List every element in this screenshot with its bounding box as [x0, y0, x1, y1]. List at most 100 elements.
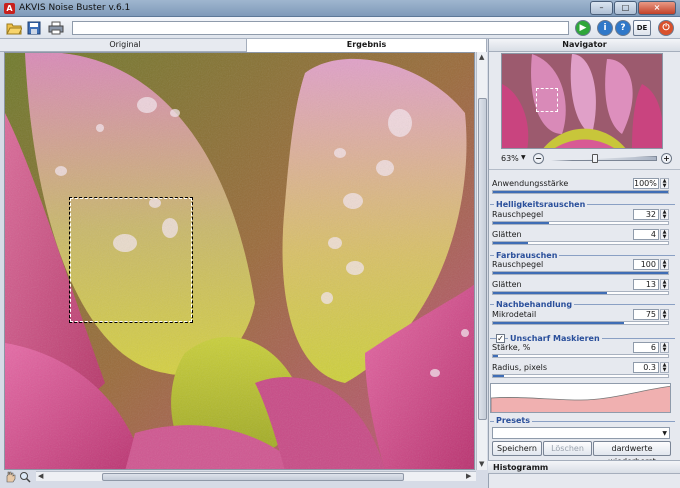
tab-result[interactable]: Ergebnis — [247, 39, 487, 52]
vertical-scrollbar[interactable]: ▲ ▼ — [476, 52, 487, 470]
navigator-header: Navigator — [489, 39, 680, 52]
amount-slider[interactable] — [492, 354, 669, 358]
window-title: AKVIS Noise Buster v.6.1 — [19, 3, 131, 13]
horizontal-scroll-thumb[interactable] — [102, 473, 404, 481]
microdetail-stepper[interactable]: ▲ ▼ — [660, 309, 669, 320]
reset-defaults-button[interactable]: dardwerte wiederherst — [593, 441, 671, 466]
color-smooth-label: Glätten — [492, 280, 522, 289]
color-noise-group-title: Farbrauschen — [494, 251, 560, 260]
divider — [489, 169, 680, 170]
language-button[interactable]: DE — [633, 20, 651, 36]
amount-label: Stärke, % — [492, 343, 531, 352]
histogram-header[interactable]: Histogramm — [488, 460, 680, 474]
view-tools — [4, 471, 34, 484]
radius-stepper[interactable]: ▲ ▼ — [660, 362, 669, 373]
radius-fill — [493, 375, 504, 377]
brightness-smooth-input[interactable]: 4 — [633, 229, 659, 240]
color-smooth-fill — [493, 292, 607, 294]
microdetail-input[interactable]: 75 — [633, 309, 659, 320]
scroll-down-icon[interactable]: ▼ — [479, 460, 484, 468]
radius-slider[interactable] — [492, 374, 669, 378]
zoom-slider[interactable] — [551, 156, 657, 161]
zoom-dropdown-icon[interactable]: ▼ — [521, 154, 526, 161]
amount-input[interactable]: 6 — [633, 342, 659, 353]
hand-tool-icon[interactable] — [4, 471, 16, 483]
brightness-noise-level-input[interactable]: 32 — [633, 209, 659, 220]
open-file-icon[interactable] — [6, 20, 22, 36]
print-icon[interactable] — [48, 20, 64, 36]
post-processing-group-title: Nachbehandlung — [494, 300, 575, 309]
brightness-noise-level-stepper[interactable]: ▲ ▼ — [660, 209, 669, 220]
minimize-button[interactable]: – — [590, 1, 613, 15]
brightness-noise-group-title: Helligkeitsrauschen — [494, 200, 588, 209]
scroll-right-icon[interactable]: ▶ — [466, 472, 471, 480]
save-file-icon[interactable] — [26, 20, 42, 36]
color-noise-level-input[interactable]: 100 — [633, 259, 659, 270]
unsharp-mask-checkbox[interactable]: ✓ — [496, 334, 505, 343]
amount-stepper[interactable]: ▲ ▼ — [660, 342, 669, 353]
radius-input[interactable]: 0.3 — [633, 362, 659, 373]
maximize-button[interactable]: □ — [614, 1, 637, 15]
color-noise-level-fill — [493, 272, 668, 274]
unsharp-mask-group-title: Unscharf Maskieren — [508, 334, 602, 343]
frequency-curve-graph — [490, 383, 671, 413]
horizontal-scrollbar[interactable]: ◀ ▶ — [36, 471, 476, 481]
zoom-slider-handle[interactable] — [592, 154, 598, 163]
navigator-preview-image — [502, 54, 662, 148]
strength-slider-fill — [493, 191, 668, 193]
settings-button[interactable]: ⏻ — [658, 20, 674, 36]
navigator-view-frame[interactable] — [536, 88, 558, 112]
color-smooth-input[interactable]: 13 — [633, 279, 659, 290]
info-button[interactable]: i — [597, 20, 613, 36]
zoom-in-button[interactable]: + — [661, 153, 672, 164]
scroll-up-icon[interactable]: ▲ — [479, 53, 484, 61]
brightness-smooth-stepper[interactable]: ▲ ▼ — [660, 229, 669, 240]
save-preset-button[interactable]: Speichern — [492, 441, 542, 456]
brightness-smooth-slider[interactable] — [492, 241, 669, 245]
title-bar: A AKVIS Noise Buster v.6.1 – □ × — [0, 0, 680, 17]
color-noise-level-stepper[interactable]: ▲ ▼ — [660, 259, 669, 270]
view-tabs: Original Ergebnis — [0, 39, 487, 52]
brightness-smooth-fill — [493, 242, 528, 244]
strength-input[interactable]: 100% — [633, 178, 659, 189]
vertical-scroll-thumb[interactable] — [478, 98, 487, 420]
scroll-left-icon[interactable]: ◀ — [38, 472, 43, 480]
amount-fill — [493, 355, 499, 357]
brightness-noise-level-fill — [493, 222, 549, 224]
brightness-noise-level-label: Rauschpegel — [492, 210, 544, 219]
zoom-tool-icon[interactable] — [19, 471, 31, 483]
close-button[interactable]: × — [638, 1, 676, 15]
zoom-value[interactable]: 63% — [501, 154, 519, 163]
brightness-smooth-label: Glätten — [492, 230, 522, 239]
toolbar: ▶ i ? DE ⏻ — [0, 17, 680, 39]
run-icon: ▶ — [579, 23, 587, 33]
preset-select[interactable]: ▼ — [492, 427, 670, 439]
delete-preset-button[interactable]: Löschen — [543, 441, 592, 456]
microdetail-slider[interactable] — [492, 321, 669, 325]
strength-label: Anwendungsstärke — [492, 179, 569, 188]
app-logo-icon: A — [4, 3, 15, 14]
info-icon: i — [603, 23, 607, 33]
color-smooth-slider[interactable] — [492, 291, 669, 295]
color-noise-level-slider[interactable] — [492, 271, 669, 275]
settings-icon: ⏻ — [662, 23, 670, 33]
tab-original[interactable]: Original — [4, 39, 247, 52]
strength-slider[interactable] — [492, 190, 669, 194]
microdetail-fill — [493, 322, 625, 324]
brightness-noise-level-slider[interactable] — [492, 221, 669, 225]
color-noise-level-label: Rauschpegel — [492, 260, 544, 269]
chevron-down-icon: ▼ — [662, 430, 667, 437]
help-button[interactable]: ? — [615, 20, 631, 36]
zoom-row: 63% ▼ − + — [489, 152, 680, 166]
strength-stepper[interactable]: ▲ ▼ — [660, 178, 669, 189]
file-path-field[interactable] — [72, 21, 569, 35]
navigator-selection-frame[interactable] — [69, 197, 193, 323]
frequency-curve — [491, 385, 670, 412]
microdetail-label: Mikrodetail — [492, 310, 537, 319]
color-smooth-stepper[interactable]: ▲ ▼ — [660, 279, 669, 290]
navigator-thumbnail[interactable] — [501, 53, 663, 149]
radius-label: Radius, pixels — [492, 363, 548, 372]
image-viewport[interactable] — [4, 52, 475, 470]
zoom-out-button[interactable]: − — [533, 153, 544, 164]
run-button[interactable]: ▶ — [575, 20, 591, 36]
